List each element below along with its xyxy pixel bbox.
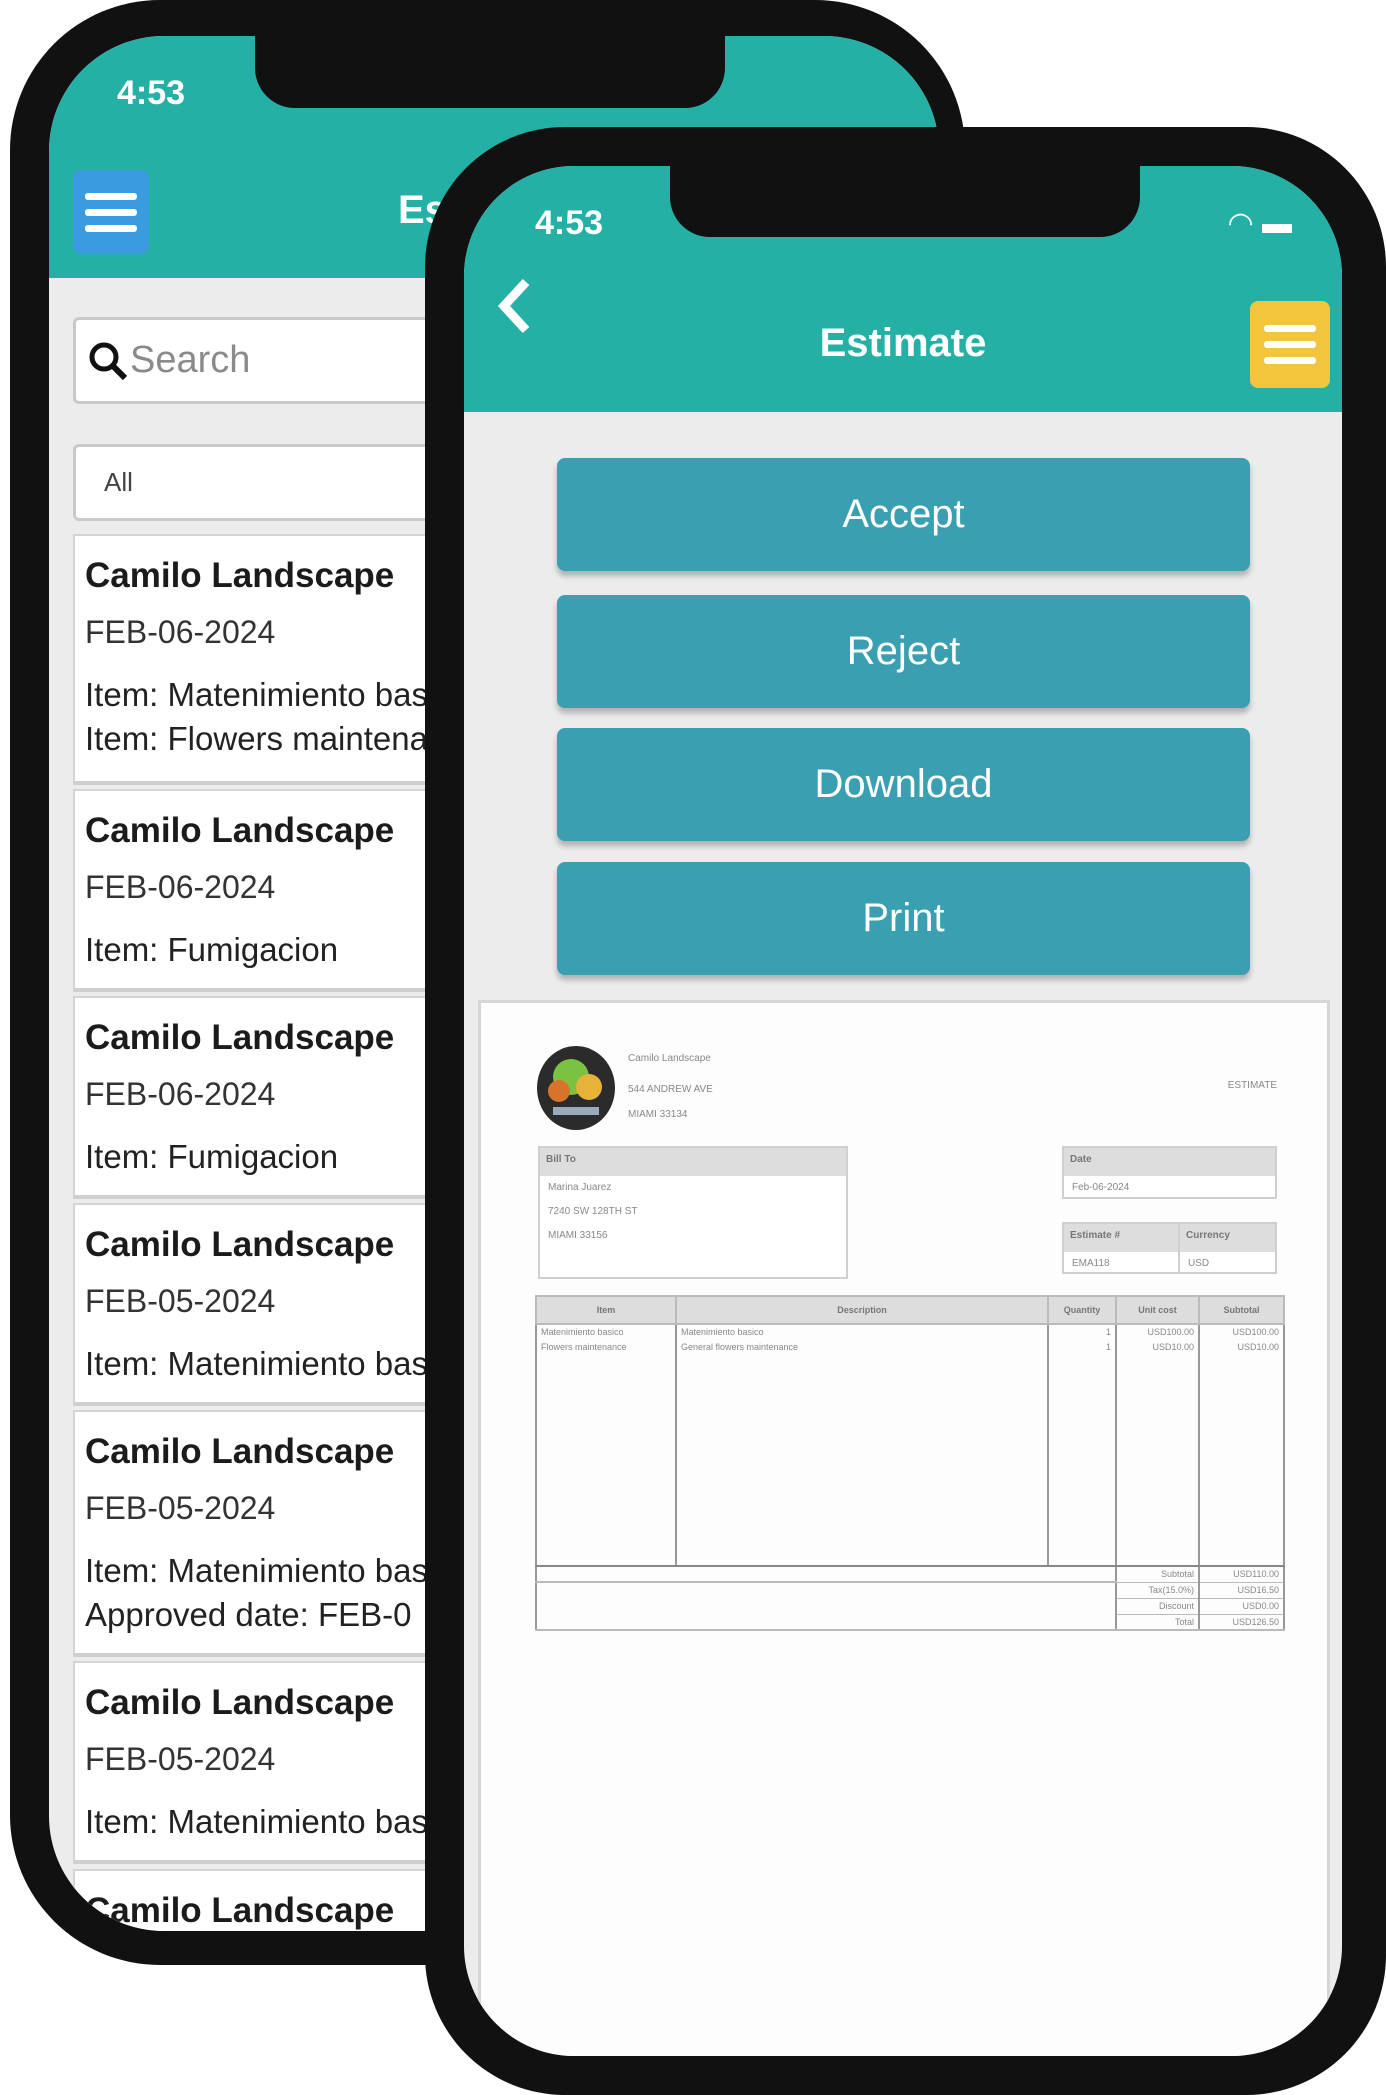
col-quantity: Quantity: [1047, 1295, 1117, 1325]
notch: [255, 18, 725, 108]
bill-to-address: 7240 SW 128TH ST: [548, 1206, 638, 1217]
date-box: Date Feb-06-2024: [1062, 1146, 1277, 1199]
cell: USD100.00: [1115, 1324, 1200, 1340]
estimate-number-box: Estimate # EMA118: [1062, 1222, 1180, 1274]
col-item: Item: [535, 1295, 677, 1325]
table-row: Matenimiento basico Matenimiento basico …: [535, 1324, 1285, 1340]
estimate-number-label: Estimate #: [1064, 1224, 1178, 1252]
accept-button[interactable]: Accept: [557, 458, 1250, 571]
hamburger-icon: [1264, 325, 1316, 332]
document-type: ESTIMATE: [1227, 1080, 1277, 1091]
bill-to-name: Marina Juarez: [548, 1182, 612, 1193]
cell: USD10.00: [1115, 1340, 1200, 1356]
totals-row: Subtotal USD110.00: [535, 1566, 1285, 1583]
company-city: MIAMI 33134: [628, 1109, 688, 1120]
currency-label: Currency: [1180, 1224, 1275, 1252]
col-subtotal: Subtotal: [1198, 1295, 1285, 1325]
wifi-battery-icons: ◠ ▬: [1227, 207, 1292, 240]
totals-row: Tax(15.0%) USD16.50: [535, 1582, 1285, 1631]
line-items-table: Item Description Quantity Unit cost Subt…: [535, 1295, 1285, 1631]
print-button[interactable]: Print: [557, 862, 1250, 975]
hamburger-icon: [85, 192, 137, 200]
status-time: 4:53: [535, 204, 604, 242]
reject-button[interactable]: Reject: [557, 595, 1250, 708]
currency-box: Currency USD: [1178, 1222, 1277, 1274]
estimate-number-value: EMA118: [1072, 1258, 1110, 1269]
menu-button[interactable]: [73, 170, 149, 254]
search-icon: [89, 342, 128, 380]
bill-to-box: Bill To Marina Juarez 7240 SW 128TH ST M…: [538, 1146, 848, 1279]
cell: Flowers maintenance: [535, 1340, 677, 1356]
search-placeholder: Search: [130, 339, 251, 381]
col-description: Description: [675, 1295, 1049, 1325]
date-value: Feb-06-2024: [1072, 1182, 1130, 1193]
cell: Matenimiento basico: [675, 1324, 1049, 1340]
cell: General flowers maintenance: [675, 1340, 1049, 1356]
front-phone: 4:53 ◠ ▬ Estimate Accept Reject Download…: [425, 127, 1386, 2095]
company-logo: [537, 1046, 615, 1130]
col-unit-cost: Unit cost: [1115, 1295, 1200, 1325]
cell: USD10.00: [1198, 1340, 1285, 1356]
company-name: Camilo Landscape: [628, 1053, 711, 1064]
bill-to-city: MIAMI 33156: [548, 1230, 608, 1241]
notch: [670, 149, 1140, 237]
status-time: 4:53: [117, 74, 186, 112]
download-button[interactable]: Download: [557, 728, 1250, 841]
cell: USD100.00: [1198, 1324, 1285, 1340]
company-address: 544 ANDREW AVE: [628, 1084, 713, 1095]
table-row: Flowers maintenance General flowers main…: [535, 1340, 1285, 1356]
estimate-detail-screen: 4:53 ◠ ▬ Estimate Accept Reject Download…: [464, 166, 1342, 2056]
cell: 1: [1047, 1340, 1117, 1356]
date-label: Date: [1064, 1148, 1275, 1176]
menu-button[interactable]: [1250, 301, 1330, 388]
currency-value: USD: [1188, 1258, 1210, 1269]
estimate-document-preview: Camilo Landscape 544 ANDREW AVE MIAMI 33…: [478, 1000, 1330, 2056]
cell: 1: [1047, 1324, 1117, 1340]
bill-to-label: Bill To: [540, 1148, 846, 1176]
cell: Matenimiento basico: [535, 1324, 677, 1340]
page-title: Estimate: [819, 321, 987, 365]
